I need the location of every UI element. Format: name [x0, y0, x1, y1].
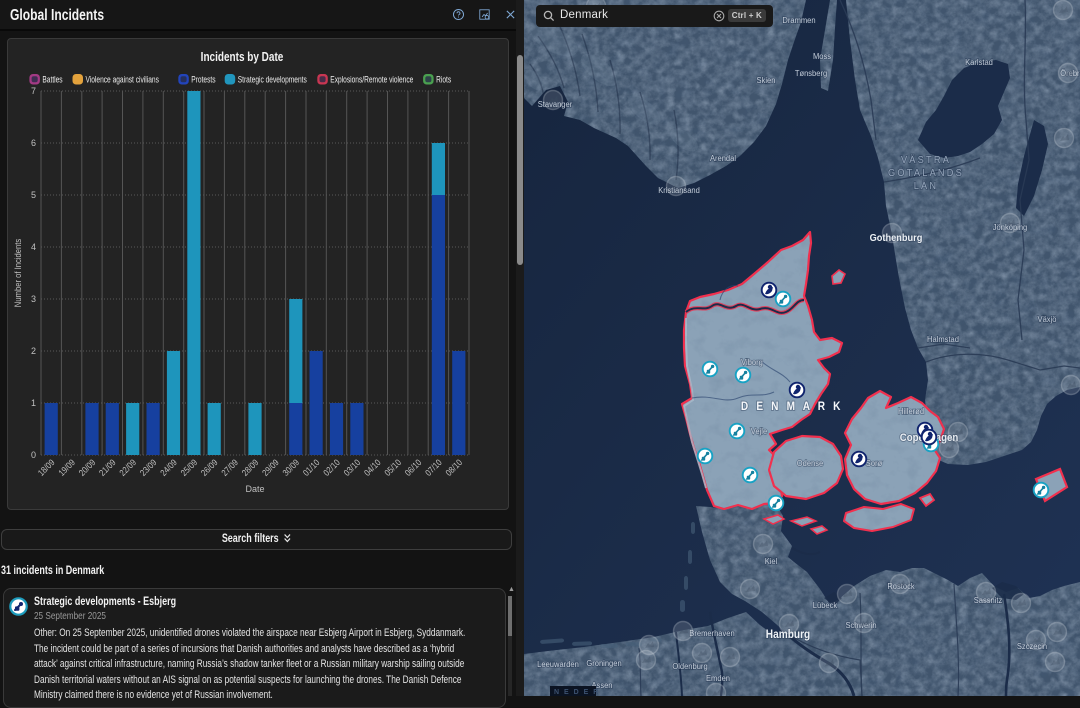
svg-text:07/10: 07/10: [423, 457, 444, 478]
svg-text:4: 4: [31, 242, 36, 252]
svg-text:Incidents by Date: Incidents by Date: [201, 51, 284, 64]
svg-text:7: 7: [31, 86, 36, 96]
svg-text:Violence against civilians: Violence against civilians: [86, 75, 159, 85]
svg-text:03/10: 03/10: [341, 457, 362, 478]
svg-text:04/10: 04/10: [362, 457, 383, 478]
svg-text:Lübeck: Lübeck: [813, 601, 838, 611]
svg-text:6: 6: [31, 138, 36, 148]
svg-text:Emden: Emden: [706, 674, 730, 684]
svg-text:06/10: 06/10: [402, 457, 423, 478]
svg-text:20/09: 20/09: [76, 457, 97, 478]
svg-text:Drammen: Drammen: [782, 16, 815, 26]
svg-text:Leeuwarden: Leeuwarden: [537, 660, 579, 670]
svg-text:Number of Incidents: Number of Incidents: [12, 239, 23, 307]
svg-text:N E D E R: N E D E R: [554, 689, 600, 696]
svg-text:Tønsberg: Tønsberg: [795, 69, 827, 79]
svg-text:02/10: 02/10: [321, 457, 342, 478]
svg-text:21/09: 21/09: [97, 457, 118, 478]
svg-text:27/09: 27/09: [219, 457, 240, 478]
svg-text:VÄSTRA: VÄSTRA: [901, 155, 951, 167]
svg-text:23/09: 23/09: [137, 457, 158, 478]
svg-text:Hillerød: Hillerød: [898, 407, 924, 417]
svg-text:Riots: Riots: [436, 75, 451, 85]
svg-text:GÖTALANDS: GÖTALANDS: [888, 168, 964, 180]
svg-text:18/09: 18/09: [36, 457, 57, 478]
svg-text:Karlstad: Karlstad: [965, 58, 993, 68]
svg-text:Explosions/Remote violence: Explosions/Remote violence: [330, 75, 413, 85]
svg-text:0: 0: [31, 450, 36, 460]
svg-text:Sorø: Sorø: [866, 459, 882, 469]
svg-text:Viborg: Viborg: [741, 358, 763, 368]
svg-text:Protests: Protests: [191, 75, 215, 85]
svg-text:30/09: 30/09: [280, 457, 301, 478]
svg-text:24/09: 24/09: [158, 457, 179, 478]
svg-text:Skien: Skien: [757, 76, 776, 86]
svg-text:Odense: Odense: [797, 459, 824, 469]
svg-text:Vejle: Vejle: [751, 427, 768, 437]
svg-text:26/09: 26/09: [199, 457, 220, 478]
svg-text:08/10: 08/10: [443, 457, 464, 478]
svg-text:LÄN: LÄN: [914, 181, 939, 193]
svg-text:29/09: 29/09: [260, 457, 281, 478]
svg-text:22/09: 22/09: [117, 457, 138, 478]
svg-text:Arendal: Arendal: [710, 154, 736, 164]
svg-text:1: 1: [31, 398, 36, 408]
svg-text:Battles: Battles: [42, 75, 62, 85]
svg-text:D E N M A R K: D E N M A R K: [741, 400, 843, 413]
svg-text:Kiel: Kiel: [765, 557, 778, 567]
svg-text:Groningen: Groningen: [586, 659, 621, 669]
svg-text:25/09: 25/09: [178, 457, 199, 478]
svg-text:05/10: 05/10: [382, 457, 403, 478]
svg-text:Bremerhaven: Bremerhaven: [689, 629, 734, 639]
svg-text:Strategic developments: Strategic developments: [238, 75, 307, 85]
svg-text:2: 2: [31, 346, 36, 356]
svg-text:Växjö: Växjö: [1038, 315, 1057, 325]
svg-text:5: 5: [31, 190, 36, 200]
svg-text:Date: Date: [245, 484, 264, 494]
svg-text:Halmstad: Halmstad: [927, 335, 959, 345]
svg-text:19/09: 19/09: [56, 457, 77, 478]
svg-text:01/10: 01/10: [300, 457, 321, 478]
svg-text:3: 3: [31, 294, 36, 304]
svg-text:Moss: Moss: [813, 52, 831, 62]
svg-text:28/09: 28/09: [239, 457, 260, 478]
